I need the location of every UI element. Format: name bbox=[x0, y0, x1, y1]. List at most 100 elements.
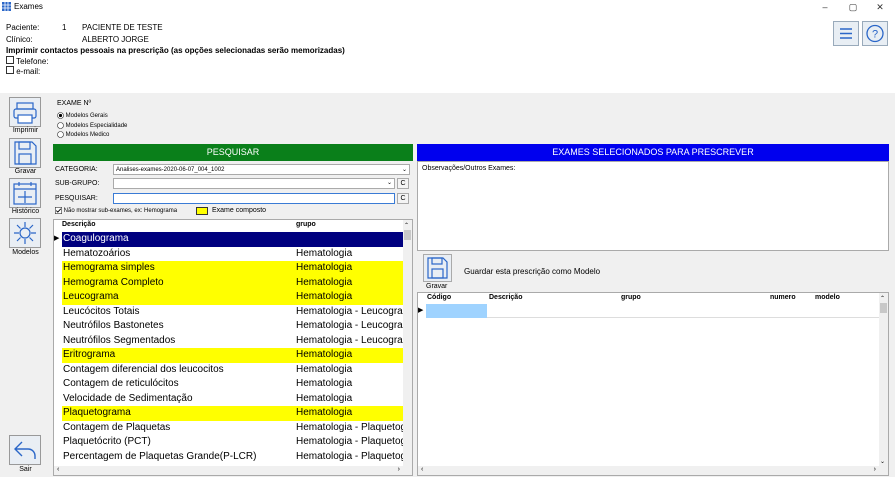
historico-button[interactable] bbox=[9, 178, 41, 208]
gravar-modelo-button[interactable] bbox=[423, 254, 452, 282]
table-row[interactable]: Velocidade de Sedimentação Hematologia bbox=[62, 392, 404, 407]
email-option[interactable]: e-mail: bbox=[6, 66, 40, 76]
row-descricao: Leucócitos Totais bbox=[63, 305, 140, 317]
table-row[interactable]: Eritrograma Hematologia bbox=[62, 348, 404, 363]
table-row[interactable]: Contagem diferencial dos leucocitos Hemat… bbox=[62, 363, 404, 378]
table-row[interactable]: Neutrófilos Bastonetes Hematologia - Leuc… bbox=[62, 319, 406, 334]
scroll-thumb[interactable] bbox=[404, 230, 411, 240]
scroll-thumb[interactable] bbox=[880, 303, 887, 313]
row-pointer-icon: ▶ bbox=[418, 307, 424, 314]
new-row-cell[interactable] bbox=[426, 304, 487, 318]
radio-modelos-medico[interactable]: Modelos Medico bbox=[57, 131, 109, 138]
table-row[interactable]: Hematozoários Hematologia bbox=[62, 247, 404, 262]
vertical-scrollbar[interactable]: ⌃ ⌄ bbox=[879, 293, 888, 475]
window-title: Exames bbox=[14, 2, 43, 11]
chevron-down-icon: ⌄ bbox=[386, 180, 392, 186]
table-row[interactable]: Neutrófilos Segmentados Hematologia - Leu… bbox=[62, 334, 406, 349]
table-row[interactable]: Plaquetograma Hematologia bbox=[62, 406, 404, 421]
selecionados-bar: EXAMES SELECIONADOS PARA PRESCREVER bbox=[417, 144, 889, 161]
row-grupo: Hematologia bbox=[296, 378, 353, 389]
row-grupo: Hematologia - Plaquetograma bbox=[296, 421, 406, 433]
scroll-up-icon[interactable]: ⌃ bbox=[880, 295, 885, 302]
app-icon bbox=[2, 2, 11, 11]
table-row[interactable]: Hemograma Completo Hematologia bbox=[62, 275, 404, 290]
help-button[interactable]: ? bbox=[862, 21, 888, 46]
close-button[interactable]: ✕ bbox=[866, 0, 894, 14]
chevron-down-icon: ⌄ bbox=[401, 167, 407, 173]
table-row[interactable]: Plaquetócrito (PCT) Hematologia - Plaquet… bbox=[62, 435, 406, 450]
subgrupo-clear-button[interactable]: C bbox=[397, 178, 409, 189]
search-input[interactable] bbox=[113, 193, 395, 204]
row-grupo: Hematologia bbox=[296, 363, 353, 375]
new-row[interactable] bbox=[487, 304, 879, 318]
title-bar: Exames – ▢ ✕ bbox=[0, 0, 895, 15]
svg-text:?: ? bbox=[872, 29, 878, 41]
row-grupo: Hematologia - Leucograma bbox=[296, 334, 406, 346]
radio-label: Modelos Medico bbox=[65, 132, 110, 139]
radio-modelos-especialidade[interactable]: Modelos Especialidade bbox=[57, 122, 127, 129]
row-descricao: Plaquetócrito (PCT) bbox=[63, 436, 151, 447]
printer-icon bbox=[13, 102, 37, 124]
help-icon: ? bbox=[866, 24, 884, 43]
imprimir-button[interactable] bbox=[9, 97, 41, 127]
pesquisar-bar: PESQUISAR bbox=[53, 144, 413, 161]
clinico-name: ALBERTO JORGE bbox=[82, 35, 149, 44]
table-row[interactable]: Leucócitos Totais Hematologia - Leucogram… bbox=[62, 305, 406, 320]
row-descricao: Hemograma simples bbox=[63, 262, 155, 273]
sair-button[interactable] bbox=[9, 435, 41, 465]
table-row[interactable]: Hemograma simples Hematologia bbox=[62, 261, 404, 276]
subgrupo-select[interactable]: ⌄ bbox=[113, 178, 395, 189]
modelos-button[interactable] bbox=[9, 218, 41, 248]
row-grupo: Hematologia bbox=[296, 276, 353, 288]
horizontal-scrollbar[interactable]: ‹ › bbox=[418, 466, 888, 475]
categoria-select[interactable]: Analises-exames-2020-06-07_004_1002 ⌄ bbox=[113, 164, 410, 175]
horizontal-scrollbar[interactable]: ‹ › bbox=[54, 466, 412, 475]
scroll-left-icon[interactable]: ‹ bbox=[57, 466, 59, 473]
radio-checked-icon bbox=[57, 112, 64, 119]
table-row[interactable]: Contagem de Plaquetas Hematologia - Plaqu… bbox=[62, 421, 406, 436]
telefone-option[interactable]: Telefone: bbox=[6, 56, 49, 66]
scroll-up-icon[interactable]: ⌃ bbox=[404, 222, 409, 229]
row-grupo: Hematologia bbox=[296, 407, 353, 418]
col-numero-header: numero bbox=[770, 294, 796, 301]
col-grupo-header: grupo bbox=[296, 221, 316, 228]
table-row[interactable]: Percentagem de Plaquetas Grande(P-LCR) He… bbox=[62, 450, 406, 465]
clinico-label: Clínico: bbox=[6, 35, 33, 44]
menu-button[interactable] bbox=[833, 21, 859, 46]
scroll-left-icon[interactable]: ‹ bbox=[421, 466, 423, 473]
scroll-right-icon[interactable]: › bbox=[874, 466, 876, 473]
col-grupo-header: grupo bbox=[621, 294, 641, 301]
telefone-checkbox[interactable] bbox=[6, 56, 14, 64]
row-descricao: Neutrófilos Bastonetes bbox=[63, 320, 164, 331]
nao-mostrar-option[interactable]: Não mostrar sub-exames, ex: Hemograma bbox=[55, 207, 177, 214]
paciente-name: PACIENTE DE TESTE bbox=[82, 23, 163, 32]
row-descricao: Plaquetograma bbox=[63, 407, 131, 418]
vertical-scrollbar[interactable]: ⌃ bbox=[403, 220, 412, 475]
email-checkbox[interactable] bbox=[6, 66, 14, 74]
scroll-down-icon[interactable]: ⌄ bbox=[880, 458, 885, 465]
minimize-button[interactable]: – bbox=[811, 0, 839, 14]
search-clear-button[interactable]: C bbox=[397, 193, 409, 204]
paciente-number: 1 bbox=[62, 23, 67, 32]
row-grupo: Hematologia - Plaquetograma bbox=[296, 450, 406, 462]
row-descricao: Hemograma Completo bbox=[63, 276, 164, 288]
radio-label: Modelos Especialidade bbox=[65, 123, 128, 130]
row-descricao: Eritrograma bbox=[63, 349, 116, 360]
maximize-button[interactable]: ▢ bbox=[839, 0, 867, 14]
observacoes-field[interactable]: Observações/Outros Exames: bbox=[417, 161, 889, 251]
scroll-right-icon[interactable]: › bbox=[398, 466, 400, 473]
categoria-value: Analises-exames-2020-06-07_004_1002 bbox=[116, 167, 225, 173]
table-row[interactable]: Leucograma Hematologia bbox=[62, 290, 404, 305]
gravar-button[interactable] bbox=[9, 138, 41, 168]
table-row[interactable]: Coagulograma bbox=[62, 232, 404, 247]
col-descricao-header: Descrição bbox=[489, 294, 523, 301]
table-row[interactable]: Contagem de reticulócitos Hematologia bbox=[62, 377, 404, 392]
row-descricao: Leucograma bbox=[63, 291, 119, 302]
checkbox-checked-icon[interactable] bbox=[55, 207, 63, 215]
row-grupo: Hematologia bbox=[296, 291, 353, 302]
row-grupo: Hematologia bbox=[296, 349, 353, 360]
row-grupo: Hematologia - Plaquetograma bbox=[296, 436, 406, 447]
print-contacts-label: Imprimir contactos pessoais na prescriçã… bbox=[6, 46, 345, 55]
radio-modelos-gerais[interactable]: Modelos Gerais bbox=[57, 112, 108, 119]
row-grupo: Hematologia bbox=[296, 247, 353, 259]
